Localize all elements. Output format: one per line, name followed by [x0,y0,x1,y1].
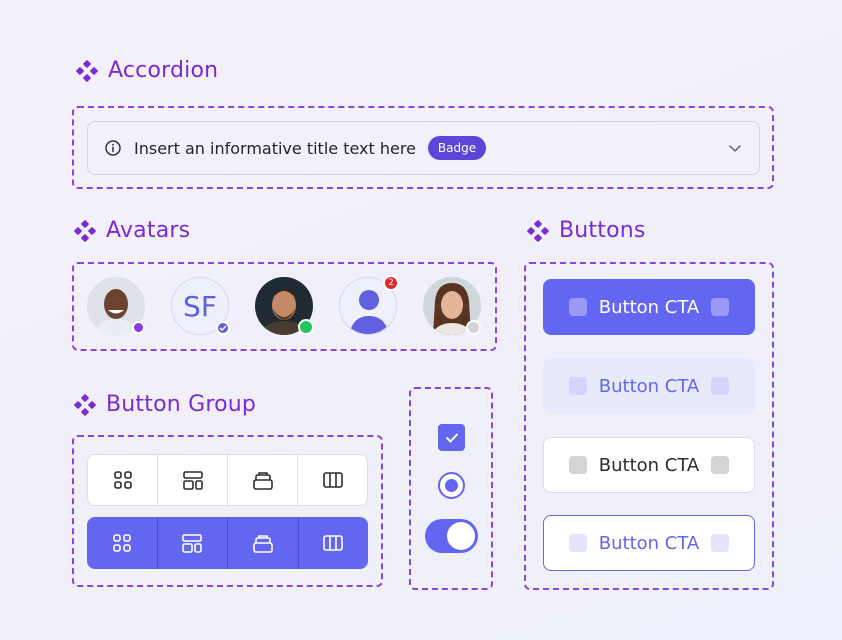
radio-selected-dot [445,479,458,492]
online-status-dot [298,319,314,335]
layout-icon [182,534,203,553]
accordion-heading: Accordion [76,58,218,83]
check-icon [445,433,458,442]
checkbox[interactable] [438,424,465,451]
offline-status-dot [466,320,481,335]
outline-cta-label: Button CTA [598,532,700,554]
placeholder-leading-icon [568,456,587,474]
avatars-heading: Avatars [74,218,190,243]
grid-icon [113,471,132,489]
buttons-heading: Buttons [527,218,646,243]
accordion-header[interactable]: Insert an informative title text here Ba… [87,121,760,175]
diamond-grid-icon [76,59,98,82]
columns-icon [323,535,344,551]
group-button-layout[interactable] [156,517,228,569]
buttons-heading-label: Buttons [559,218,646,243]
button-group-active [87,517,368,569]
accordion-heading-label: Accordion [108,58,219,83]
group-button-stack[interactable] [227,455,297,505]
toggle-switch[interactable] [425,519,478,553]
avatars-heading-label: Avatars [106,218,191,243]
avatar[interactable] [423,277,481,335]
group-button-stack[interactable] [227,517,298,569]
info-icon [105,140,121,156]
toggle-knob [447,522,475,550]
button-group-heading: Button Group [74,392,256,417]
placeholder-trailing-icon [711,298,730,316]
group-button-columns[interactable] [297,455,367,505]
soft-cta-label: Button CTA [598,375,700,397]
primary-cta-button[interactable]: Button CTA [543,279,755,335]
grid-icon [112,534,131,552]
button-group-default [87,454,368,506]
diamond-grid-icon [74,219,96,242]
placeholder-leading-icon [568,534,587,552]
notification-badge: 2 [383,275,399,291]
avatar-initials[interactable]: SF [171,277,230,335]
stack-icon [252,535,273,553]
group-button-layout[interactable] [157,455,227,505]
placeholder-trailing-icon [711,534,730,552]
diamond-grid-icon [527,219,549,242]
avatar-initials-text: SF [183,289,217,323]
avatar[interactable] [87,277,145,335]
secondary-cta-label: Button CTA [598,454,700,476]
button-group-heading-label: Button Group [106,392,257,417]
outline-cta-button[interactable]: Button CTA [543,515,755,571]
diamond-grid-icon [74,393,96,416]
avatar[interactable] [255,277,314,335]
layout-icon [182,471,203,490]
columns-icon [322,472,343,488]
accordion-title: Insert an informative title text here [134,138,416,158]
group-button-grid[interactable] [88,455,157,505]
placeholder-trailing-icon [711,456,730,474]
placeholder-leading-icon [568,298,587,316]
primary-cta-label: Button CTA [598,296,700,318]
verified-check-icon [216,321,230,335]
group-button-grid[interactable] [87,517,157,569]
radio-button[interactable] [438,472,465,499]
stack-icon [252,472,273,490]
verified-status-dot [132,321,145,334]
soft-cta-button[interactable]: Button CTA [543,358,755,414]
placeholder-trailing-icon [711,377,730,395]
accordion-badge: Badge [427,136,487,160]
secondary-cta-button[interactable]: Button CTA [543,437,755,493]
chevron-down-icon[interactable] [727,140,743,156]
group-button-columns[interactable] [297,517,369,569]
placeholder-leading-icon [568,377,587,395]
